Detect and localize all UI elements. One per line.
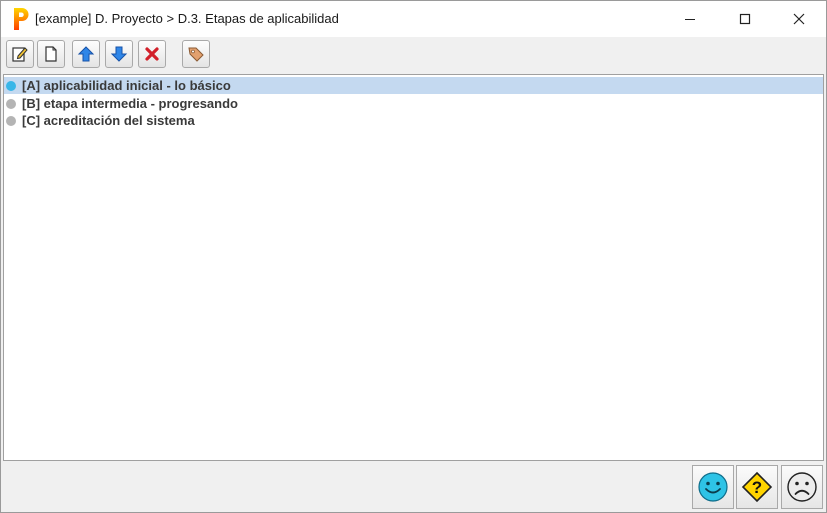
status-bar: ? <box>1 462 826 512</box>
maximize-button[interactable] <box>722 1 768 37</box>
list-item-label: [C] acreditación del sistema <box>22 113 195 128</box>
status-bullet-icon <box>6 115 16 126</box>
arrow-down-icon <box>110 46 128 62</box>
delete-x-icon <box>145 47 159 61</box>
question-sign-icon: ? <box>741 471 773 503</box>
close-icon <box>793 13 805 25</box>
arrow-up-icon <box>77 46 95 62</box>
toolbar <box>1 37 826 73</box>
move-down-button[interactable] <box>105 40 133 68</box>
status-bullet-icon <box>6 80 16 91</box>
move-up-button[interactable] <box>72 40 100 68</box>
list-item[interactable]: [C] acreditación del sistema <box>4 112 823 129</box>
edit-button[interactable] <box>6 40 34 68</box>
app-window: [example] D. Proyecto > D.3. Etapas de a… <box>0 0 827 513</box>
new-button[interactable] <box>37 40 65 68</box>
smiley-face-icon <box>698 472 728 502</box>
svg-text:?: ? <box>752 478 762 497</box>
close-button[interactable] <box>776 1 822 37</box>
item-list[interactable]: [A] aplicabilidad inicial - lo básico [B… <box>3 74 824 461</box>
delete-button[interactable] <box>138 40 166 68</box>
edit-icon <box>12 47 28 62</box>
happy-button[interactable] <box>692 465 734 509</box>
sad-face-icon <box>787 472 817 502</box>
help-button[interactable]: ? <box>736 465 778 509</box>
list-item[interactable]: [B] etapa intermedia - progresando <box>4 95 823 112</box>
maximize-icon <box>739 13 751 25</box>
window-title: [example] D. Proyecto > D.3. Etapas de a… <box>35 11 339 26</box>
list-item[interactable]: [A] aplicabilidad inicial - lo básico <box>4 77 823 94</box>
minimize-icon <box>685 19 695 20</box>
status-bullet-icon <box>6 98 16 109</box>
tag-icon <box>188 47 204 62</box>
app-logo-icon <box>14 8 29 30</box>
new-document-icon <box>45 46 57 62</box>
minimize-button[interactable] <box>667 1 713 37</box>
list-item-label: [A] aplicabilidad inicial - lo básico <box>22 78 231 93</box>
tag-button[interactable] <box>182 40 210 68</box>
sad-button[interactable] <box>781 465 823 509</box>
list-item-label: [B] etapa intermedia - progresando <box>22 96 238 111</box>
title-bar: [example] D. Proyecto > D.3. Etapas de a… <box>1 1 826 37</box>
